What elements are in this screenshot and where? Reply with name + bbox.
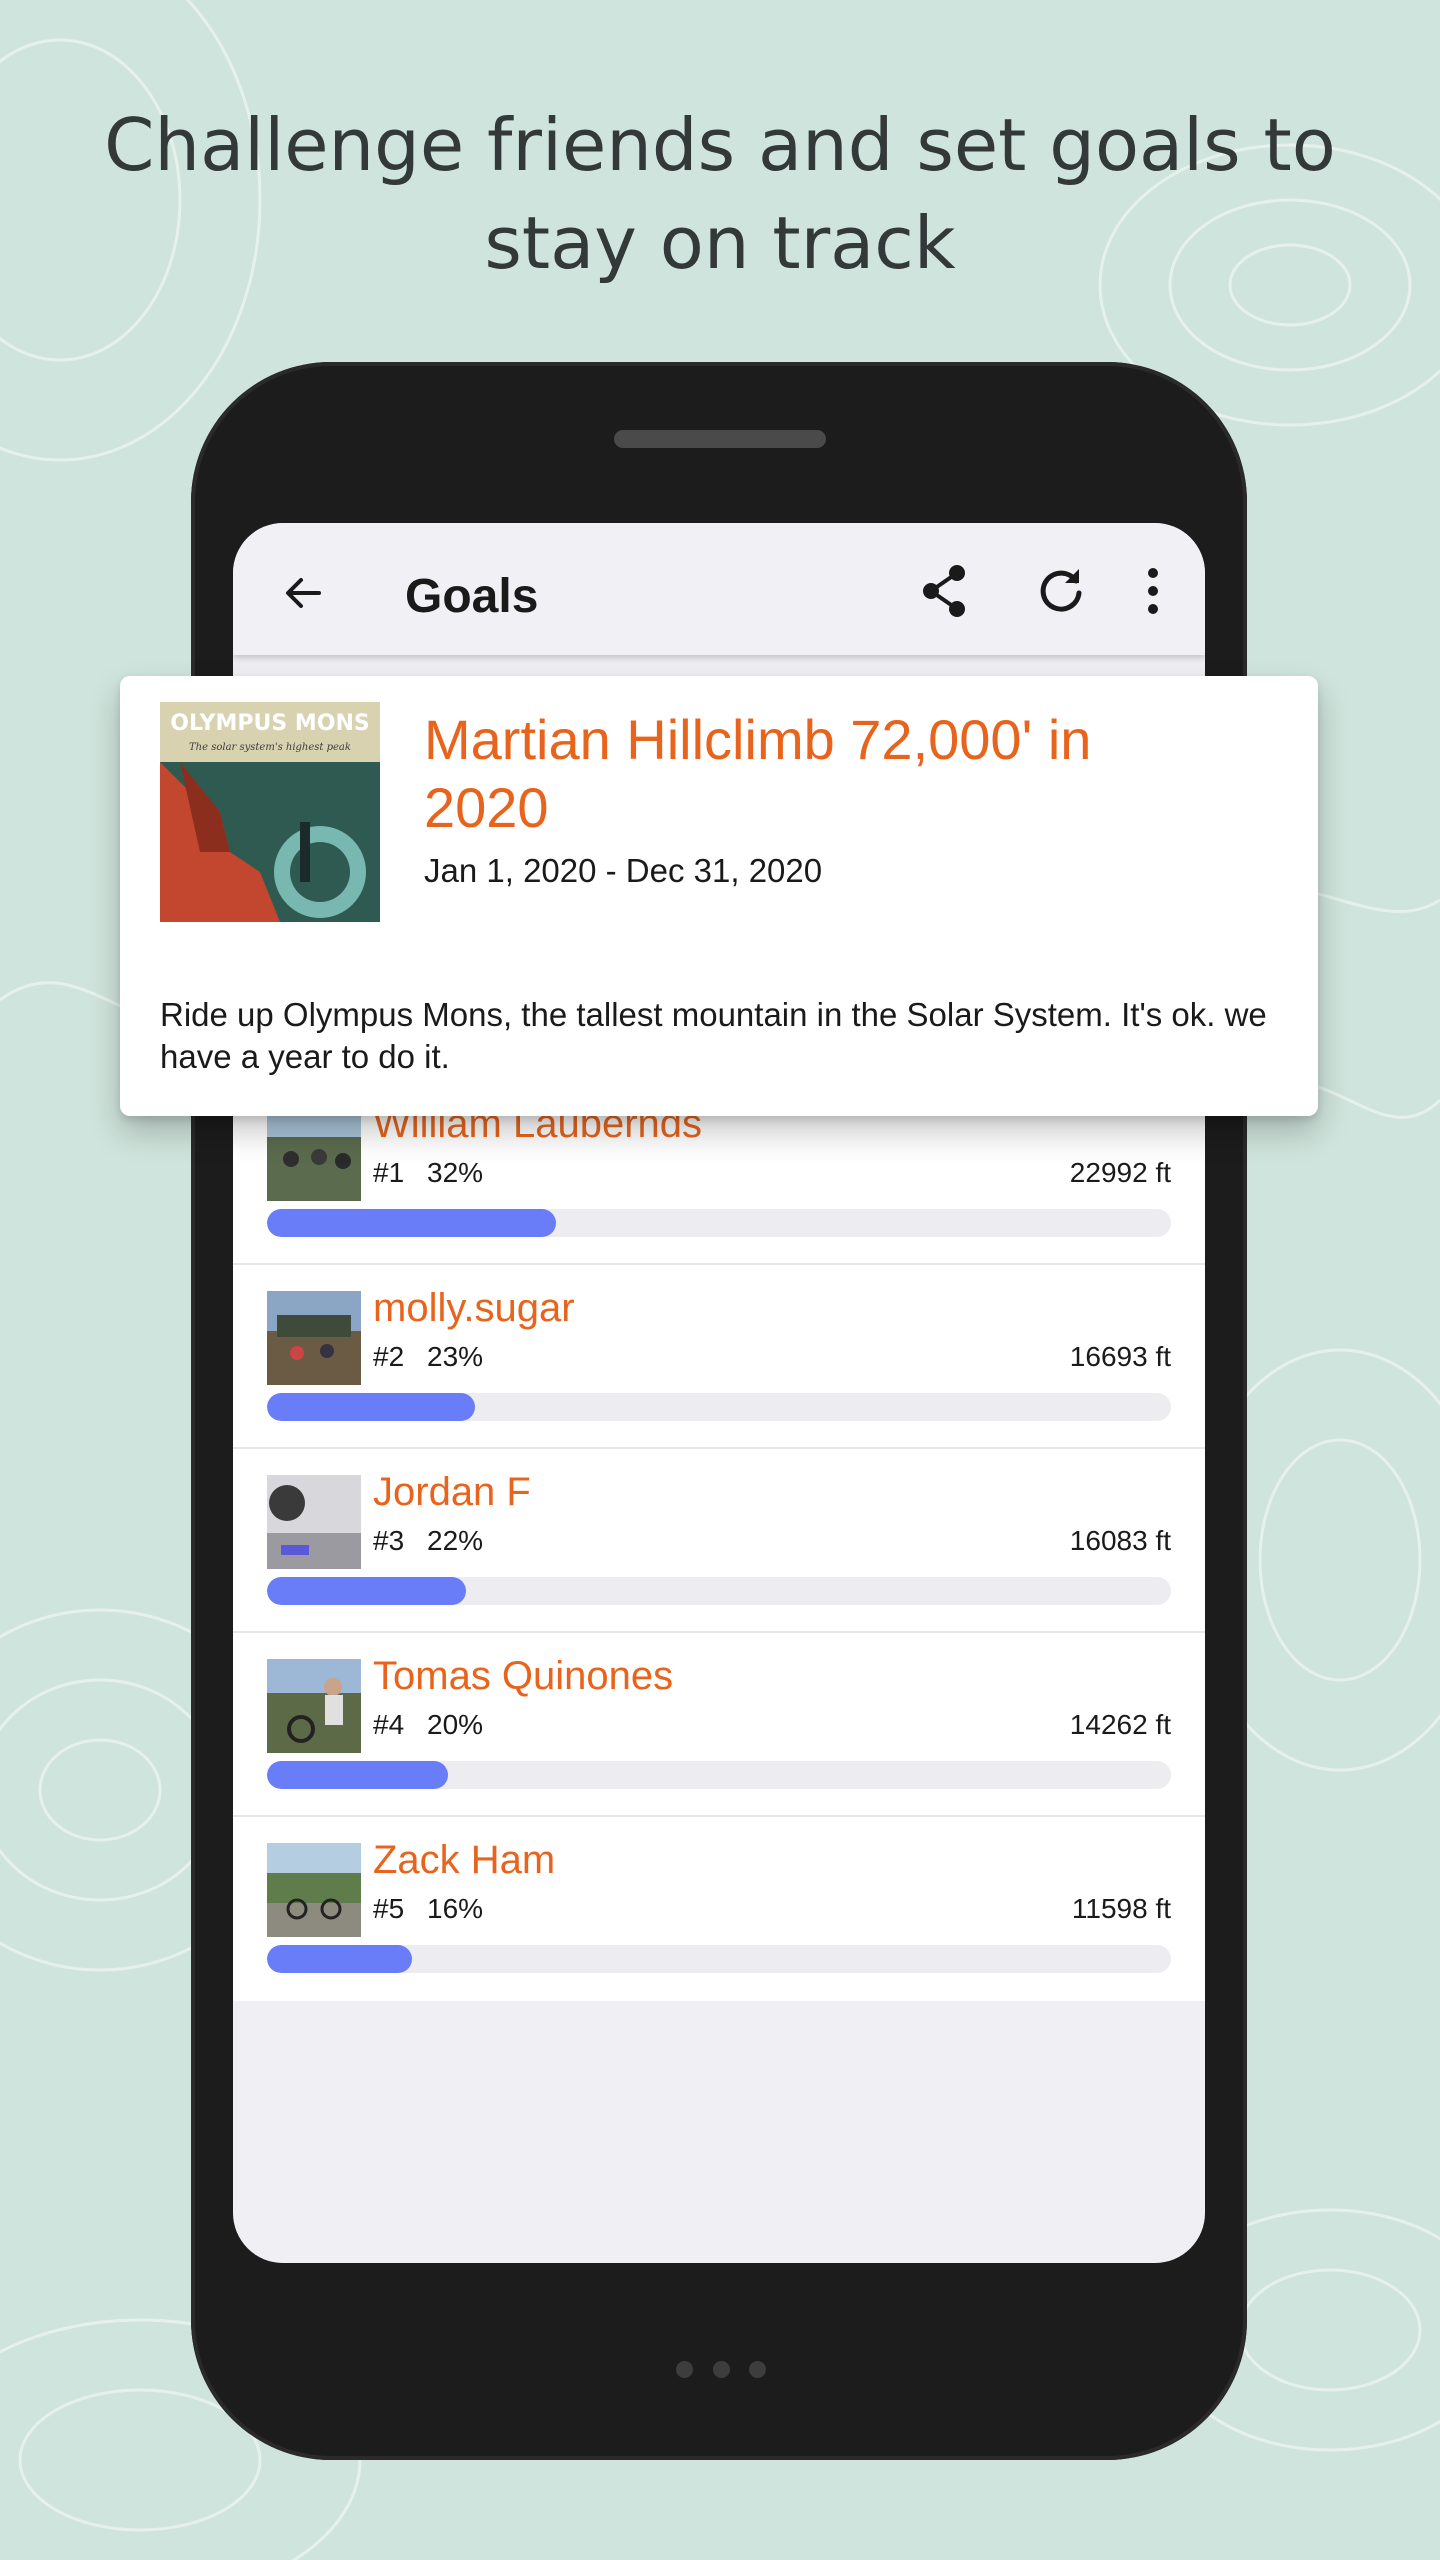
leaderboard-row[interactable]: Jordan F #3 22% 16083 ft: [233, 1449, 1205, 1633]
page-title: Goals: [405, 570, 539, 623]
avatar: [267, 1475, 361, 1569]
arrow-left-icon[interactable]: [273, 563, 333, 623]
headline: Challenge friends and set goals to stay …: [104, 103, 1336, 285]
app-bar: Goals: [233, 523, 1205, 655]
progress-track: [267, 1209, 1171, 1237]
phone-speaker: [614, 430, 826, 448]
participant-name[interactable]: Tomas Quinones: [373, 1651, 673, 1701]
goal-dates: Jan 1, 2020 - Dec 31, 2020: [424, 852, 823, 889]
participant-percent: 23%: [427, 1341, 484, 1372]
nav-dot: [712, 2361, 730, 2378]
poster-tagline: The solar system's highest peak: [189, 742, 351, 753]
participant-rank: #5: [373, 1893, 405, 1924]
leaderboard-row[interactable]: Zack Ham #5 16% 11598 ft: [233, 1817, 1205, 2001]
participant-rank: #1: [373, 1157, 405, 1188]
progress-track: [267, 1393, 1171, 1421]
leaderboard-list: William Laubernds #1 32% 22992 ft molly.…: [233, 1081, 1205, 2001]
progress-track: [267, 1761, 1171, 1789]
participant-percent: 32%: [427, 1157, 484, 1188]
leaderboard-row[interactable]: Tomas Quinones #4 20% 14262 ft: [233, 1633, 1205, 1817]
participant-name[interactable]: Jordan F: [373, 1467, 531, 1517]
progress-fill: [267, 1393, 475, 1421]
leaderboard-row[interactable]: molly.sugar #2 23% 16693 ft: [233, 1265, 1205, 1449]
participant-distance: 22992 ft: [1069, 1157, 1171, 1188]
avatar: [267, 1107, 361, 1201]
goal-description: Ride up Olympus Mons, the tallest mounta…: [160, 996, 1267, 1075]
participant-distance: 16693 ft: [1069, 1341, 1171, 1372]
participant-rank: #3: [373, 1525, 405, 1556]
goal-title: Martian Hillclimb 72,000' in 2020: [424, 708, 1092, 839]
participant-percent: 16%: [427, 1893, 484, 1924]
share-icon[interactable]: [913, 559, 977, 623]
goal-card[interactable]: OLYMPUS MONS The solar system's highest …: [120, 676, 1318, 1116]
progress-fill: [267, 1945, 412, 1973]
participant-rank: #2: [373, 1341, 405, 1372]
avatar: [267, 1659, 361, 1753]
avatar: [267, 1291, 361, 1385]
progress-fill: [267, 1577, 466, 1605]
nav-dot: [749, 2361, 766, 2378]
participant-percent: 22%: [427, 1525, 484, 1556]
more-vertical-icon[interactable]: [1121, 559, 1185, 623]
participant-distance: 11598 ft: [1071, 1893, 1171, 1924]
participant-name[interactable]: molly.sugar: [373, 1283, 575, 1333]
progress-fill: [267, 1761, 448, 1789]
refresh-icon[interactable]: [1029, 559, 1093, 623]
goal-poster: OLYMPUS MONS The solar system's highest …: [160, 702, 380, 922]
poster-title: OLYMPUS MONS: [170, 711, 369, 736]
participant-rank: #4: [373, 1709, 405, 1740]
nav-dot: [676, 2361, 693, 2378]
progress-fill: [267, 1209, 557, 1237]
participant-distance: 16083 ft: [1069, 1525, 1171, 1556]
participant-name[interactable]: Zack Ham: [373, 1835, 555, 1885]
avatar: [267, 1843, 361, 1937]
phone-nav-dots: [676, 2361, 766, 2381]
participant-percent: 20%: [427, 1709, 484, 1740]
progress-track: [267, 1577, 1171, 1605]
participant-distance: 14262 ft: [1069, 1709, 1171, 1740]
progress-track: [267, 1945, 1171, 1973]
